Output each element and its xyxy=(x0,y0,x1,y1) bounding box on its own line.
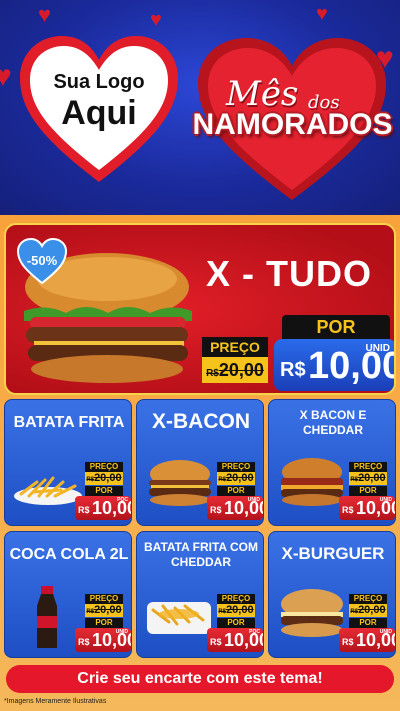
old-price-currency: R$ xyxy=(86,477,95,483)
por-label: POR xyxy=(282,315,390,339)
old-price-currency: R$ xyxy=(218,477,227,483)
new-price-currency: R$ xyxy=(210,637,222,647)
product-name: X-BACON xyxy=(152,410,250,433)
old-price: R$20,00 xyxy=(85,472,123,485)
new-price-currency: R$ xyxy=(78,637,90,647)
new-price: R$10,00UNID xyxy=(339,496,395,520)
featured-offer[interactable]: -50% X - TUDO POR PREÇO R$20,00 R$ 10,00… xyxy=(4,223,396,395)
old-price-value: 20,00 xyxy=(226,604,254,616)
old-price-value: 20,00 xyxy=(94,472,122,484)
product-card[interactable]: COCA COLA 2L PREÇO R$20,00 POR R$10,00UN… xyxy=(4,531,132,658)
old-price-value: 20,00 xyxy=(218,360,264,380)
old-price: R$20,00 xyxy=(349,604,387,617)
new-price-currency: R$ xyxy=(210,505,222,515)
price-label: PREÇO xyxy=(217,462,255,472)
old-price-currency: R$ xyxy=(350,609,359,615)
old-price-value: 20,00 xyxy=(358,604,386,616)
old-price: R$20,00 xyxy=(217,472,255,485)
old-price: R$20,00 xyxy=(202,357,268,383)
header-banner: ♥ ♥ ♥ ♥ ♥ Sua Logo Aqui Mês dos NAMORADO… xyxy=(0,0,400,215)
unit-label: UNID xyxy=(379,497,392,503)
product-card[interactable]: X-BURGUER PREÇO R$20,00 POR R$10,00UNID xyxy=(268,531,396,658)
heart-icon: ♥ xyxy=(150,9,162,31)
old-price: R$20,00 xyxy=(217,604,255,617)
offers-area: -50% X - TUDO POR PREÇO R$20,00 R$ 10,00… xyxy=(0,215,400,711)
featured-product-name: X - TUDO xyxy=(206,253,372,294)
new-price: R$10,00POC xyxy=(207,628,263,652)
por-label: POR xyxy=(85,486,123,496)
product-card[interactable]: X-BACON PREÇO R$20,00 POR R$10,00UNID xyxy=(136,399,264,526)
new-price-currency: R$ xyxy=(280,359,306,381)
product-name: X BACON E CHEDDAR xyxy=(299,408,367,437)
unit-label: POC xyxy=(249,629,260,635)
old-price-currency: R$ xyxy=(350,477,359,483)
logo-placeholder: Sua Logo Aqui xyxy=(14,30,184,190)
disclaimer-text: *Imagens Meramente Ilustrativas xyxy=(4,698,107,705)
product-card[interactable]: BATATA FRITA PREÇO R$20,00 POR R$10,00PO… xyxy=(4,399,132,526)
price-label: PREÇO xyxy=(85,462,123,472)
old-price-value: 20,00 xyxy=(94,604,122,616)
cta-banner[interactable]: Crie seu encarte com este tema! xyxy=(6,665,394,693)
old-price: R$20,00 xyxy=(85,604,123,617)
price-label: PREÇO xyxy=(202,337,268,357)
product-name: BATATA FRITA xyxy=(13,414,125,431)
product-name: COCA COLA 2L xyxy=(9,546,129,563)
por-label: POR xyxy=(217,618,255,628)
product-name: X-BURGUER xyxy=(281,544,385,563)
burger-icon xyxy=(281,458,343,506)
logo-line-2: Aqui xyxy=(61,94,137,132)
unit-label: UNID xyxy=(379,629,392,635)
product-name: BATATA FRITA COM CHEDDAR xyxy=(144,540,258,569)
por-label: POR xyxy=(349,618,387,628)
price-label: PREÇO xyxy=(349,462,387,472)
new-price: R$10,00POC xyxy=(75,496,131,520)
new-price-currency: R$ xyxy=(342,505,354,515)
price-label: PREÇO xyxy=(85,594,123,604)
new-price: R$10,00UNID xyxy=(207,496,263,520)
old-price-value: 20,00 xyxy=(226,472,254,484)
new-price-currency: R$ xyxy=(342,637,354,647)
product-card[interactable]: BATATA FRITA COM CHEDDAR PREÇO R$20,00 P… xyxy=(136,531,264,658)
new-price: R$ 10,00 UNID xyxy=(274,339,394,391)
discount-text: -50% xyxy=(26,253,58,268)
old-price-currency: R$ xyxy=(218,609,227,615)
por-label: POR xyxy=(85,618,123,628)
por-label: POR xyxy=(349,486,387,496)
unit-label: UNID xyxy=(365,343,390,354)
fries-icon xyxy=(14,476,82,505)
old-price-value: 20,00 xyxy=(358,472,386,484)
heart-icon: ♥ xyxy=(38,2,52,27)
burger-icon xyxy=(149,460,211,506)
unit-label: POC xyxy=(117,497,128,503)
theme-title-heart: Mês dos NAMORADOS xyxy=(190,30,395,205)
price-label: PREÇO xyxy=(217,594,255,604)
old-price-currency: R$ xyxy=(206,368,219,379)
new-price-currency: R$ xyxy=(78,505,90,515)
new-price: R$10,00UNID xyxy=(75,628,131,652)
new-price: R$10,00UNID xyxy=(339,628,395,652)
price-label: PREÇO xyxy=(349,594,387,604)
soda-bottle-icon xyxy=(37,586,57,648)
heart-icon: ♥ xyxy=(316,3,328,25)
discount-badge: -50% xyxy=(16,237,68,285)
old-price-currency: R$ xyxy=(86,609,95,615)
fries-icon xyxy=(147,602,211,634)
product-card[interactable]: X BACON E CHEDDAR PREÇO R$20,00 POR R$ 10… xyxy=(268,399,396,526)
por-label: POR xyxy=(217,486,255,496)
burger-icon xyxy=(281,589,343,637)
unit-label: UNID xyxy=(247,497,260,503)
logo-line-1: Sua Logo xyxy=(53,71,145,93)
unit-label: UNID xyxy=(115,629,128,635)
old-price: R$20,00 xyxy=(349,472,387,485)
heart-icon: ♥ xyxy=(0,60,12,93)
theme-title-namorados: NAMORADOS xyxy=(192,108,393,141)
